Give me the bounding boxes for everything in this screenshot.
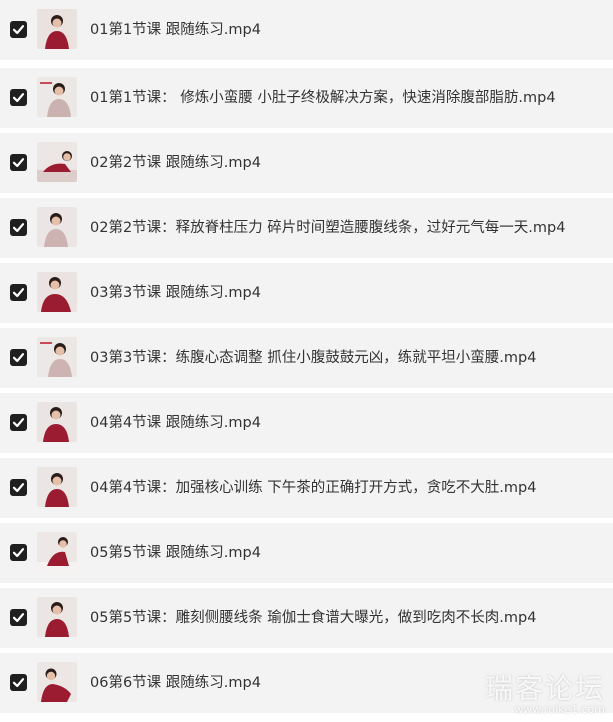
file-list: 01第1节课 跟随练习.mp4 01第1节课： 修炼小蛮腰 小肚子终极解决方案，… [0,0,613,722]
file-name: 01第1节课 跟随练习.mp4 [90,22,261,38]
list-item[interactable]: 04第4节课：加强核心训练 下午茶的正确打开方式，贪吃不大肚.mp4 [0,458,613,518]
video-thumbnail [37,207,77,247]
checkbox-checked-icon[interactable] [10,219,27,236]
checkbox-checked-icon[interactable] [10,89,27,106]
file-name: 06第6节课 跟随练习.mp4 [90,675,261,691]
file-name: 03第3节课：练腹心态调整 抓住小腹鼓鼓元凶，练就平坦小蛮腰.mp4 [90,350,537,366]
checkbox-checked-icon[interactable] [10,544,27,561]
checkbox-checked-icon[interactable] [10,21,27,38]
video-thumbnail [37,402,77,442]
checkbox-checked-icon[interactable] [10,479,27,496]
list-item[interactable]: 03第3节课：练腹心态调整 抓住小腹鼓鼓元凶，练就平坦小蛮腰.mp4 [0,328,613,388]
list-item[interactable]: 02第2节课：释放脊柱压力 碎片时间塑造腰腹线条，过好元气每一天.mp4 [0,198,613,258]
video-thumbnail [37,272,77,312]
list-item[interactable]: 02第2节课 跟随练习.mp4 [0,133,613,193]
checkbox-checked-icon[interactable] [10,284,27,301]
file-name: 04第4节课 跟随练习.mp4 [90,415,261,431]
list-item[interactable]: 01第1节课： 修炼小蛮腰 小肚子终极解决方案，快速消除腹部脂肪.mp4 [0,68,613,128]
file-name: 01第1节课： 修炼小蛮腰 小肚子终极解决方案，快速消除腹部脂肪.mp4 [90,90,556,106]
file-name: 02第2节课：释放脊柱压力 碎片时间塑造腰腹线条，过好元气每一天.mp4 [90,220,566,236]
checkbox-checked-icon[interactable] [10,609,27,626]
checkbox-checked-icon[interactable] [10,349,27,366]
checkbox-checked-icon[interactable] [10,154,27,171]
checkbox-checked-icon[interactable] [10,674,27,691]
video-thumbnail [37,142,77,182]
video-thumbnail [37,532,77,572]
file-name: 03第3节课 跟随练习.mp4 [90,285,261,301]
video-thumbnail [37,467,77,507]
list-item[interactable]: 04第4节课 跟随练习.mp4 [0,393,613,453]
file-name: 05第5节课：雕刻侧腰线条 瑜伽士食谱大曝光，做到吃肉不长肉.mp4 [90,610,537,626]
video-thumbnail [37,662,77,702]
list-item[interactable]: 06第6节课 跟随练习.mp4 [0,653,613,713]
file-name: 05第5节课 跟随练习.mp4 [90,545,261,561]
list-item[interactable]: 03第3节课 跟随练习.mp4 [0,263,613,323]
file-name: 02第2节课 跟随练习.mp4 [90,155,261,171]
file-name: 04第4节课：加强核心训练 下午茶的正确打开方式，贪吃不大肚.mp4 [90,480,537,496]
video-thumbnail [37,9,77,49]
list-item[interactable]: 05第5节课 跟随练习.mp4 [0,523,613,583]
video-thumbnail [37,597,77,637]
checkbox-checked-icon[interactable] [10,414,27,431]
list-item[interactable]: 01第1节课 跟随练习.mp4 [0,0,613,60]
list-item[interactable]: 05第5节课：雕刻侧腰线条 瑜伽士食谱大曝光，做到吃肉不长肉.mp4 [0,588,613,648]
video-thumbnail [37,337,77,377]
video-thumbnail [37,77,77,117]
